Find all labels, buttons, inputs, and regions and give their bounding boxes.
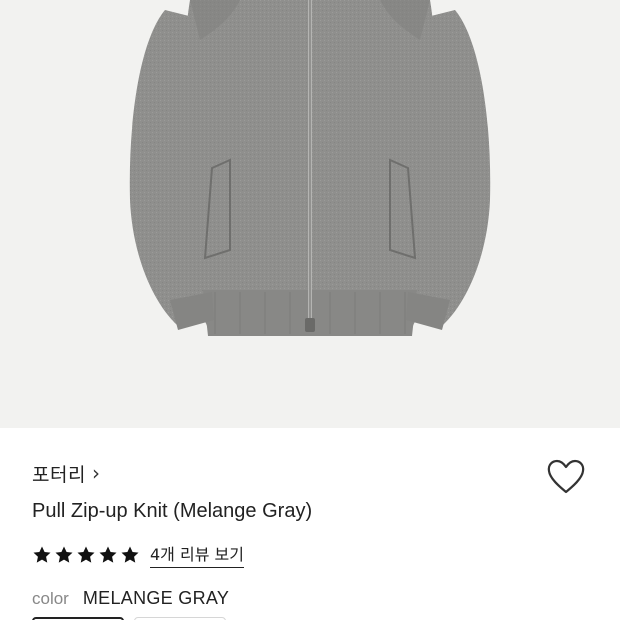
product-title: Pull Zip-up Knit (Melange Gray) [32,500,313,522]
star-rating [32,545,140,565]
review-link[interactable]: 4개 리뷰 보기 [150,541,244,568]
star-icon [33,546,51,563]
star-icon [99,546,117,563]
star-icon [77,546,95,563]
chevron-right-icon: › [91,460,100,485]
rating-row: 4개 리뷰 보기 [32,541,244,568]
color-value: MELANGE GRAY [82,588,230,608]
color-row: color MELANGE GRAY [32,588,229,609]
brand-link[interactable]: 포터리 › [32,460,100,487]
product-image[interactable] [0,0,620,428]
heart-outline-icon [547,459,585,494]
product-info-panel: 포터리 › Pull Zip-up Knit (Melange Gray) 4개… [0,428,620,620]
brand-name: 포터리 [32,464,86,486]
product-photo-jacket [129,0,491,336]
color-label: color [32,589,69,608]
wishlist-heart-button[interactable] [546,458,586,496]
star-icon [121,546,139,563]
star-icon [55,546,73,563]
